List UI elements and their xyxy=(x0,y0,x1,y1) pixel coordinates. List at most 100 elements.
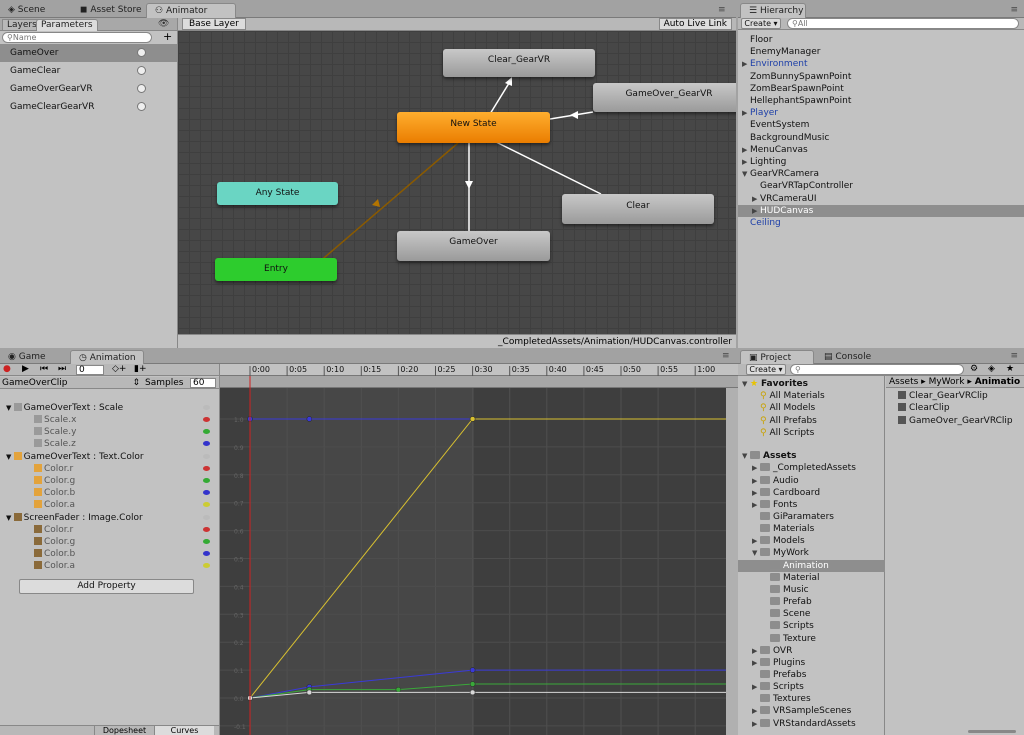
parameter-row[interactable]: GameClearGearVR xyxy=(0,98,177,116)
collapsed-arrow-icon[interactable]: ▶ xyxy=(752,193,760,205)
collapsed-arrow-icon[interactable]: ▶ xyxy=(752,645,760,657)
hierarchy-item[interactable]: ▶ HUDCanvas xyxy=(738,204,1024,217)
parameter-row[interactable]: GameClear xyxy=(0,62,177,80)
project-menu-icon[interactable]: ≡ xyxy=(1010,351,1018,361)
expanded-arrow-icon[interactable]: ▼ xyxy=(742,450,750,462)
state-any-state[interactable]: Any State xyxy=(217,182,338,205)
project-folder[interactable]: ▶ Models xyxy=(738,535,885,547)
hierarchy-item[interactable]: ZomBunnySpawnPoint xyxy=(738,71,1024,83)
project-folder[interactable]: Texture xyxy=(738,633,885,645)
property-channel[interactable]: Color.a xyxy=(0,560,218,572)
property-channel[interactable]: Color.r xyxy=(0,463,218,475)
tab-scene[interactable]: ◈ Scene xyxy=(0,3,53,18)
play-icon[interactable]: ▶ xyxy=(22,364,29,374)
project-folder[interactable]: ▶ _CompletedAssets xyxy=(738,462,885,474)
state-gameover[interactable]: GameOver xyxy=(397,231,550,261)
collapsed-arrow-icon[interactable]: ▶ xyxy=(752,499,760,511)
project-folder[interactable]: Animation xyxy=(738,559,885,572)
parameter-row[interactable]: GameOverGearVR xyxy=(0,80,177,98)
breadcrumb-base-layer[interactable]: Base Layer xyxy=(182,18,246,30)
keyframe[interactable] xyxy=(469,667,476,673)
project-folder[interactable]: Textures xyxy=(738,693,885,705)
expanded-arrow-icon[interactable]: ▼ xyxy=(6,514,14,522)
hierarchy-item[interactable]: ZomBearSpawnPoint xyxy=(738,83,1024,95)
project-folder[interactable]: ▶ Fonts xyxy=(738,499,885,511)
project-folder[interactable]: ▶ Scripts xyxy=(738,681,885,693)
project-folder[interactable]: ▼ MyWork xyxy=(738,547,885,559)
hierarchy-item[interactable]: Ceiling xyxy=(738,217,1024,229)
property-channel[interactable]: Scale.z xyxy=(0,438,218,450)
keyframe[interactable] xyxy=(306,689,313,696)
project-search-input[interactable]: ⚲ xyxy=(790,364,964,375)
animation-clip-file[interactable]: GameOver_GearVRClip xyxy=(888,415,1013,427)
collapsed-arrow-icon[interactable]: ▶ xyxy=(752,205,760,217)
panel-menu-icon[interactable]: ≡ xyxy=(718,5,726,15)
trigger-toggle[interactable] xyxy=(137,66,146,75)
trigger-toggle[interactable] xyxy=(137,84,146,93)
samples-field[interactable]: 60 xyxy=(190,378,216,388)
hierarchy-item[interactable]: Floor xyxy=(738,34,1024,46)
eye-icon[interactable]: 👁 xyxy=(158,19,169,29)
tab-animation[interactable]: ◷ Animation xyxy=(70,350,144,365)
project-folder[interactable]: Materials xyxy=(738,523,885,535)
expanded-arrow-icon[interactable]: ▼ xyxy=(742,378,750,390)
project-folder[interactable]: Prefabs xyxy=(738,669,885,681)
prev-key-icon[interactable]: ⏮ xyxy=(40,364,48,374)
add-event-icon[interactable]: ▮+ xyxy=(134,364,147,374)
add-keyframe-icon[interactable]: ◇+ xyxy=(112,364,126,374)
add-parameter-button[interactable]: + xyxy=(163,30,172,43)
curve-color-r[interactable] xyxy=(249,691,726,699)
project-folder[interactable]: ▶ VRStandardAssets xyxy=(738,718,885,730)
property-group[interactable]: ▼ GameOverText : Scale xyxy=(0,402,218,414)
collapsed-arrow-icon[interactable]: ▶ xyxy=(742,156,750,168)
favorites-header[interactable]: ▼ ★ Favorites xyxy=(738,378,808,390)
next-key-icon[interactable]: ⏭ xyxy=(58,364,66,374)
hierarchy-item[interactable]: EventSystem xyxy=(738,119,1024,131)
assets-header[interactable]: ▼ Assets xyxy=(738,450,796,462)
project-folder[interactable]: Material xyxy=(738,572,885,584)
hierarchy-item[interactable]: ▶ Player xyxy=(738,107,1024,119)
animator-graph[interactable]: Clear_GearVR GameOver_GearVR New State A… xyxy=(178,31,736,334)
animation-menu-icon[interactable]: ≡ xyxy=(722,351,730,361)
hierarchy-item[interactable]: EnemyManager xyxy=(738,46,1024,58)
collapsed-arrow-icon[interactable]: ▶ xyxy=(752,705,760,717)
collapsed-arrow-icon[interactable]: ▶ xyxy=(752,487,760,499)
trigger-toggle[interactable] xyxy=(137,48,146,57)
collapsed-arrow-icon[interactable]: ▶ xyxy=(752,462,760,474)
collapsed-arrow-icon[interactable]: ▶ xyxy=(742,144,750,156)
collapsed-arrow-icon[interactable]: ▶ xyxy=(752,681,760,693)
property-channel[interactable]: Scale.y xyxy=(0,426,218,438)
expanded-arrow-icon[interactable]: ▼ xyxy=(6,453,14,461)
project-folder[interactable]: ▶ VRSampleScenes xyxy=(738,705,885,717)
hierarchy-item[interactable]: GearVRTapController xyxy=(738,180,1024,192)
auto-live-link-button[interactable]: Auto Live Link xyxy=(658,18,732,30)
breadcrumb-animation[interactable]: Animatio xyxy=(975,377,1020,387)
clip-selector[interactable]: GameOverClip ⇕ xyxy=(2,378,140,388)
expanded-arrow-icon[interactable]: ▼ xyxy=(752,547,760,559)
collapsed-arrow-icon[interactable]: ▶ xyxy=(752,657,760,669)
property-channel[interactable]: Color.g xyxy=(0,536,218,548)
collapsed-arrow-icon[interactable]: ▶ xyxy=(752,475,760,487)
project-folder[interactable]: ▶ Cardboard xyxy=(738,487,885,499)
hierarchy-search-input[interactable]: ⚲All xyxy=(787,18,1019,29)
animation-clip-file[interactable]: ClearClip xyxy=(888,402,950,414)
tab-animator[interactable]: ⚇ Animator xyxy=(146,3,236,18)
parameter-search-input[interactable]: ⚲Name xyxy=(2,32,152,43)
keyframe[interactable] xyxy=(469,681,476,687)
parameter-row[interactable]: GameOver xyxy=(0,44,177,62)
keyframe[interactable] xyxy=(469,416,476,422)
property-channel[interactable]: Color.g xyxy=(0,475,218,487)
expanded-arrow-icon[interactable]: ▼ xyxy=(6,404,14,412)
collapsed-arrow-icon[interactable]: ▶ xyxy=(742,107,750,119)
project-folder[interactable]: Scene xyxy=(738,608,885,620)
filter-label-icon[interactable]: ◈ xyxy=(988,364,995,374)
project-folder[interactable]: GiParamaters xyxy=(738,511,885,523)
keyframe[interactable] xyxy=(469,689,476,696)
property-channel[interactable]: Color.r xyxy=(0,524,218,536)
expanded-arrow-icon[interactable]: ▼ xyxy=(742,168,750,180)
project-folder[interactable]: ▶ OVR xyxy=(738,645,885,657)
collapsed-arrow-icon[interactable]: ▶ xyxy=(752,535,760,547)
curve-color-g[interactable] xyxy=(249,683,726,699)
dopesheet-button[interactable]: Dopesheet xyxy=(94,726,154,735)
animation-clip-file[interactable]: Clear_GearVRClip xyxy=(888,390,988,402)
